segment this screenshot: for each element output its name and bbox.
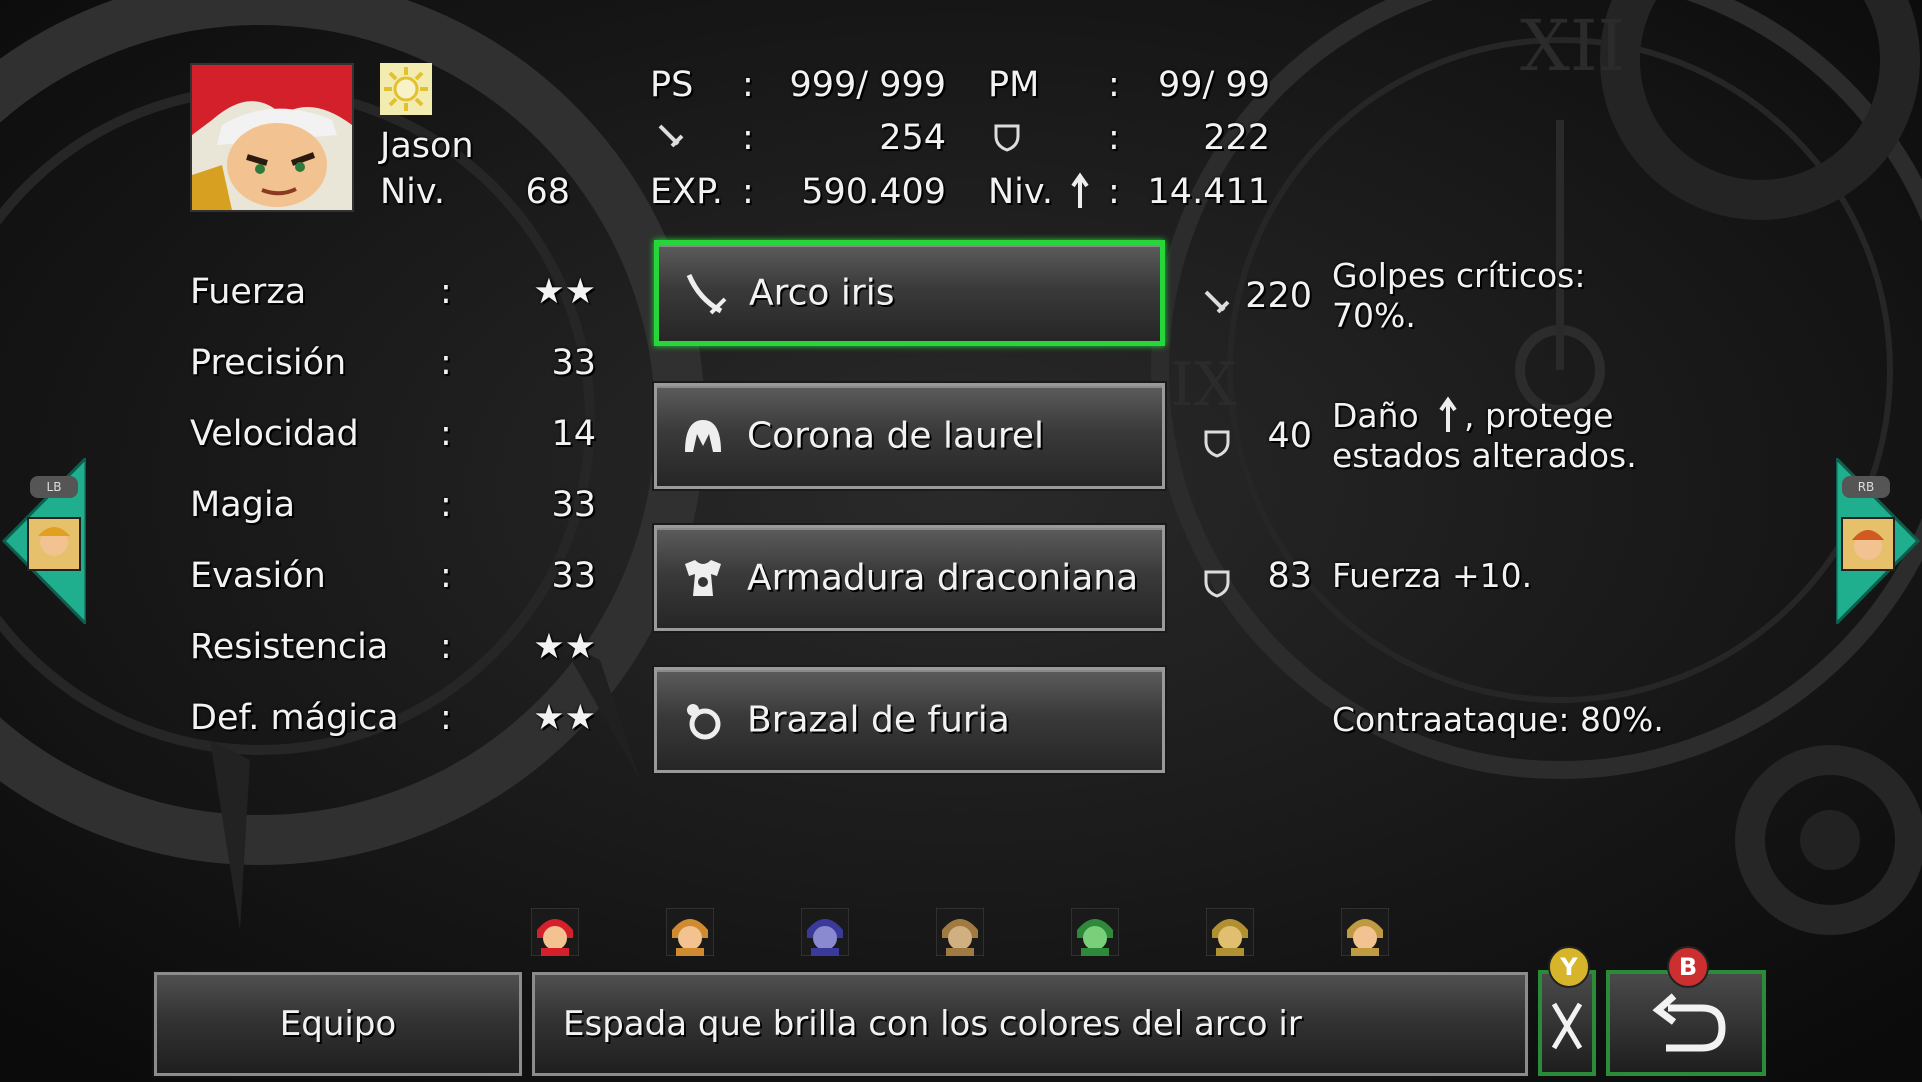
level-label: Niv. (380, 172, 446, 212)
pm-colon: : (1108, 65, 1120, 105)
menu-title-panel: Equipo (152, 970, 524, 1078)
sword-icon (686, 273, 727, 315)
stat-value: 14 (551, 414, 596, 454)
stat-colon: : (440, 343, 452, 383)
stat-value: 33 (551, 556, 596, 596)
stat-colon: : (440, 556, 452, 596)
attack-icon (1204, 290, 1230, 314)
stat-value: ★★ (533, 698, 596, 738)
equipment-effect: Contraataque: 80%. (1332, 700, 1664, 739)
stat-colon: : (440, 272, 452, 312)
exp-colon: : (742, 172, 754, 212)
stat-label: Def. mágica (190, 698, 399, 738)
light-element-icon (380, 63, 432, 115)
pm-label: PM (988, 65, 1040, 105)
ps-value: 999/ 999 (789, 65, 946, 105)
stat-label: Evasión (190, 556, 326, 596)
stat-colon: : (440, 627, 452, 667)
svg-text:XII: XII (1520, 5, 1625, 87)
svg-text:IX: IX (1170, 350, 1237, 420)
character-name: Jason (380, 126, 474, 166)
stat-value: 33 (551, 485, 596, 525)
defense-value: 222 (1203, 118, 1270, 158)
party-member-crono[interactable] (531, 908, 579, 956)
description-panel: Espada que brilla con los colores del ar… (530, 970, 1530, 1078)
stat-label: Resistencia (190, 627, 389, 667)
stat-label: Fuerza (190, 272, 307, 312)
equipment-slot[interactable]: Armadura draconiana (652, 523, 1167, 633)
stat-colon: : (440, 698, 452, 738)
y-button-badge: Y (1548, 946, 1590, 988)
remove-x-icon (1551, 1002, 1583, 1050)
next-level-colon: : (1108, 172, 1120, 212)
attack-icon (658, 124, 684, 148)
party-member-magus[interactable] (801, 908, 849, 956)
equipment-effect-line2: 70%. (1332, 296, 1416, 335)
equipment-slot[interactable]: Arco iris (654, 240, 1165, 346)
back-arrow-icon (1652, 993, 1726, 1052)
ps-colon: : (742, 65, 754, 105)
defense-icon (1204, 570, 1230, 598)
stat-colon: : (440, 485, 452, 525)
equipment-effect-cont: , protege (1464, 396, 1614, 435)
up-arrow-icon (1439, 396, 1457, 432)
rb-button-hint: RB (1842, 476, 1890, 498)
character-portrait (190, 63, 354, 212)
equipment-stat-value: 40 (1267, 416, 1312, 456)
party-member-lucca[interactable] (1341, 908, 1389, 956)
stat-colon: : (440, 414, 452, 454)
equipment-name: Arco iris (749, 272, 895, 314)
equipment-name: Corona de laurel (747, 415, 1044, 457)
party-member-ayla[interactable] (1206, 908, 1254, 956)
armor-icon (685, 560, 721, 596)
accessory-icon (687, 704, 721, 740)
equipment-slot[interactable]: Brazal de furia (652, 665, 1167, 775)
exp-value: 590.409 (801, 172, 946, 212)
exp-label: EXP. (650, 172, 723, 212)
item-description: Espada que brilla con los colores del ar… (563, 1004, 1302, 1044)
b-button-badge: B (1667, 946, 1709, 988)
ps-label: PS (650, 65, 694, 105)
attack-colon: : (742, 118, 754, 158)
stat-label: Magia (190, 485, 296, 525)
equipment-effect: Golpes críticos: (1332, 256, 1586, 295)
stat-value: ★★ (533, 272, 596, 312)
equipment-effect: Fuerza +10. (1332, 556, 1533, 595)
stat-label: Precisión (190, 343, 347, 383)
equipment-name: Armadura draconiana (747, 557, 1139, 599)
next-level-value: 14.411 (1147, 172, 1270, 212)
defense-icon (1204, 430, 1230, 458)
stat-value: ★★ (533, 627, 596, 667)
next-level-label: Niv. (988, 172, 1054, 212)
level-value: 68 (525, 172, 570, 212)
stat-value: 33 (551, 343, 596, 383)
party-member-marle[interactable] (666, 908, 714, 956)
party-member-frog[interactable] (1071, 908, 1119, 956)
attack-value: 254 (879, 118, 946, 158)
party-member-robo[interactable] (936, 908, 984, 956)
defense-colon: : (1108, 118, 1120, 158)
stat-label: Velocidad (190, 414, 359, 454)
defense-icon (994, 124, 1020, 152)
lb-button-hint: LB (30, 476, 78, 498)
pm-value: 99/ 99 (1158, 65, 1270, 105)
equipment-effect: Daño (1332, 396, 1419, 435)
equipment-stat-value: 220 (1245, 276, 1312, 316)
equipment-effect-line2: estados alterados. (1332, 436, 1637, 475)
equipment-slot[interactable]: Corona de laurel (652, 381, 1167, 491)
equipment-stat-value: 83 (1267, 556, 1312, 596)
helmet-icon (685, 420, 721, 452)
equipment-name: Brazal de furia (747, 699, 1010, 741)
menu-title: Equipo (279, 1004, 397, 1044)
up-arrow-icon (1071, 172, 1089, 208)
